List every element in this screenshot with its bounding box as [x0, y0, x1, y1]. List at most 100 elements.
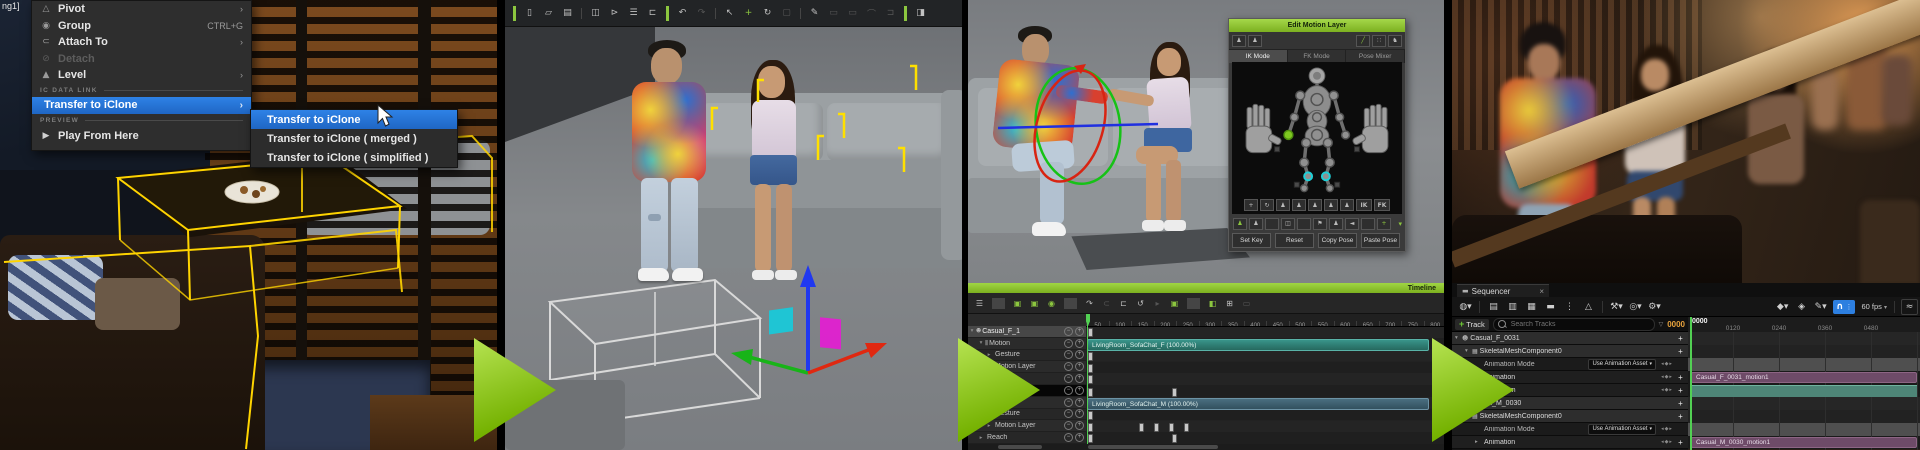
pose-mini-button[interactable]: ↻	[1260, 199, 1274, 211]
curve-editor-button[interactable]: ≈	[1901, 299, 1918, 315]
scrollbar-thumb[interactable]	[998, 445, 1042, 449]
animation-mode-dropdown[interactable]: Use Animation Asset ▾	[1588, 359, 1656, 370]
add-section-icon[interactable]: +	[1676, 347, 1685, 356]
selected-wrist-joint[interactable]	[1284, 131, 1293, 140]
sequencer-tool-icon[interactable]: ⚒▾	[1609, 300, 1624, 314]
add-track-button[interactable]: + Track	[1455, 319, 1489, 330]
minus-circle-icon[interactable]: −	[1064, 421, 1073, 430]
timeline-tool-icon[interactable]: ⊂	[1100, 296, 1113, 311]
context-menu-item[interactable]: ▲ Level ›	[32, 67, 251, 84]
keyframe-nav-icons[interactable]: ◂◆▸	[1658, 426, 1676, 432]
eml-tool-icon[interactable]: ♟	[1248, 35, 1262, 47]
minus-circle-icon[interactable]: −	[1064, 339, 1073, 348]
toolbar-icon[interactable]: ⊏	[645, 6, 660, 21]
toolbar-icon[interactable]: ▭	[826, 6, 841, 21]
mannequin-diagram[interactable]	[1242, 64, 1392, 198]
timeline-tool-icon[interactable]: ▣	[1028, 296, 1041, 311]
pose-mini-button[interactable]: ♟	[1276, 199, 1290, 211]
search-tracks-box[interactable]	[1493, 318, 1655, 331]
submenu-item[interactable]: Transfer to iClone	[251, 110, 457, 129]
toolbar-icon[interactable]	[715, 8, 716, 19]
sequencer-track-row[interactable]: ▾ ▦ SkeletalMeshComponent0 ▾ +	[1452, 410, 1688, 423]
eml-action-button[interactable]: Copy Pose	[1318, 233, 1357, 248]
minus-circle-icon[interactable]: −	[1064, 409, 1073, 418]
fk-button[interactable]: FK	[1374, 199, 1390, 211]
plus-circle-icon[interactable]: +	[1075, 386, 1084, 395]
rotate-gizmo[interactable]	[998, 44, 1158, 209]
pose-mini-button[interactable]: ♟	[1308, 199, 1322, 211]
timeline-track-row[interactable]: ▾ ||| Motion − +	[968, 338, 1086, 350]
plus-circle-icon[interactable]: +	[1075, 374, 1084, 383]
keyframe-nav-icons[interactable]: ◂◆▸	[1658, 439, 1676, 445]
toolbar-icon[interactable]	[800, 8, 801, 19]
eml-lower-icon[interactable]: ♟	[1329, 218, 1343, 230]
toolbar-icon[interactable]: ↶	[675, 6, 690, 21]
sequencer-track-row[interactable]: Animation Mode Use Animation Asset ▾ ◂◆▸	[1452, 358, 1688, 371]
chevron-down-icon[interactable]: ▾	[1398, 220, 1402, 228]
gizmo-plane-xy[interactable]	[769, 307, 793, 334]
menu-item-transfer-to-iclone[interactable]: Transfer to iClone ›	[32, 97, 251, 114]
toolbar-icon[interactable]: ↻	[760, 6, 775, 21]
expander-icon[interactable]: ▾	[977, 340, 985, 346]
toolbar-icon[interactable]: ✎	[807, 6, 822, 21]
timeline-ruler[interactable]: 5010015020025030035040045050055060065070…	[1086, 314, 1444, 327]
gizmo-y-axis[interactable]	[808, 349, 871, 373]
plus-circle-icon[interactable]: +	[1075, 350, 1084, 359]
toolbar-icon[interactable]	[581, 8, 582, 19]
sequencer-track-row[interactable]: ▾ ☻ Casual_F_0031 ▾ +	[1452, 332, 1688, 345]
timeline-tool-icon[interactable]: ▣	[1011, 296, 1024, 311]
eml-tool-icon[interactable]: ∷	[1372, 35, 1386, 47]
context-menu-item[interactable]: △ Pivot ›	[32, 1, 251, 18]
expander-icon[interactable]: ▸	[1475, 439, 1482, 445]
plus-circle-icon[interactable]: +	[1075, 421, 1084, 430]
eml-action-button[interactable]: Paste Pose	[1361, 233, 1400, 248]
minus-circle-icon[interactable]: −	[1064, 433, 1073, 442]
timeline-tool-icon[interactable]	[992, 298, 1005, 309]
eml-action-button[interactable]: Reset	[1275, 233, 1314, 248]
toolbar-icon[interactable]: ⊳	[607, 6, 622, 21]
gizmo-rotate-blue[interactable]	[998, 124, 1158, 128]
motion-clip-male[interactable]: LivingRoom_SofaChat_M (100.00%)	[1087, 398, 1429, 410]
eml-lower-icon[interactable]	[1265, 218, 1279, 230]
sequencer-playhead[interactable]	[1690, 317, 1692, 450]
add-section-icon[interactable]: +	[1676, 438, 1685, 447]
sequencer-tool-icon[interactable]: ⋮	[1562, 300, 1577, 314]
toolbar-icon[interactable]: ▭	[845, 6, 860, 21]
minus-circle-icon[interactable]: −	[1064, 362, 1073, 371]
animation-clip-female[interactable]: Casual_F_0031_motion1	[1691, 372, 1917, 383]
transform-track-fill[interactable]	[1691, 385, 1917, 397]
eml-lower-icon[interactable]: ◫	[1281, 218, 1295, 230]
sequencer-tool-icon[interactable]: ▥	[1505, 300, 1520, 314]
keyframe-nav-icons[interactable]: ◂◆▸	[1658, 361, 1676, 367]
timeline-tool-icon[interactable]: ◧	[1206, 296, 1219, 311]
timeline-tool-icon[interactable]: ▣	[1168, 296, 1181, 311]
sequencer-track-row[interactable]: Animation Mode Use Animation Asset ▾ ◂◆▸	[1452, 423, 1688, 436]
sequencer-tool-icon[interactable]: ▦	[1524, 300, 1539, 314]
close-icon[interactable]: ×	[1539, 287, 1544, 296]
sequencer-tool-icon[interactable]: ▤	[1486, 300, 1501, 314]
toolbar-icon[interactable]: ⊐	[883, 6, 898, 21]
timeline-tool-icon[interactable]: ▸	[1151, 296, 1164, 311]
toolbar-icon[interactable]: ↖	[722, 6, 737, 21]
expander-icon[interactable]: ▾	[968, 328, 976, 334]
sequencer-tab[interactable]: ▬ Sequencer ×	[1457, 284, 1549, 297]
eml-action-button[interactable]: Set Key	[1232, 233, 1271, 248]
add-section-icon[interactable]: +	[1676, 412, 1685, 421]
add-section-icon[interactable]: +	[1676, 386, 1685, 395]
minus-circle-icon[interactable]: −	[1064, 327, 1073, 336]
snap-magnet-button[interactable]: ∩ ⋮	[1833, 300, 1855, 314]
ik-ankle-joint[interactable]	[1322, 172, 1330, 180]
playhead-line[interactable]	[1087, 314, 1088, 444]
sequencer-tool-icon[interactable]: ◍▾	[1458, 300, 1473, 314]
plus-circle-icon[interactable]: +	[1075, 433, 1084, 442]
add-section-icon[interactable]: +	[1676, 399, 1685, 408]
timeline-tool-icon[interactable]: ◉	[1045, 296, 1058, 311]
timeline-tool-icon[interactable]: ↷	[1083, 296, 1096, 311]
toolbar-icon[interactable]: ◨	[913, 6, 928, 21]
keyframe-nav-icons[interactable]: ◂◆▸	[1658, 387, 1676, 393]
minus-circle-icon[interactable]: −	[1064, 386, 1073, 395]
keyframe-tool-icon[interactable]: ◆▾	[1775, 300, 1790, 314]
sequencer-tool-icon[interactable]	[1602, 301, 1603, 313]
toolbar-icon[interactable]: ▯	[522, 6, 537, 21]
minus-circle-icon[interactable]: −	[1064, 374, 1073, 383]
